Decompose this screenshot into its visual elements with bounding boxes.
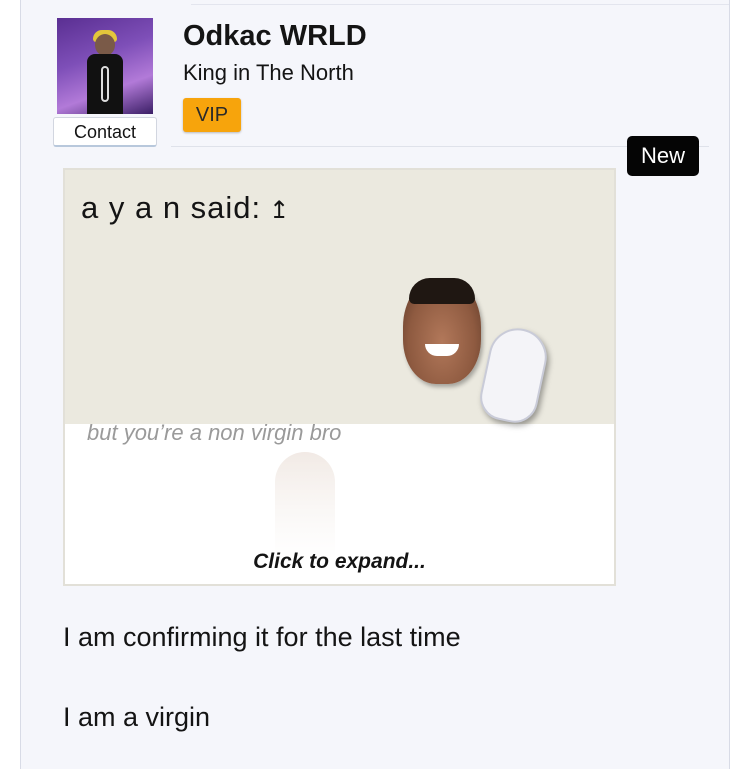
new-badge: New: [627, 136, 699, 176]
vip-badge: VIP: [183, 98, 241, 132]
quote-author: a y a n said: ↥: [81, 190, 290, 226]
avatar-head: [95, 34, 115, 56]
message-line: I am a virgin: [63, 702, 211, 732]
user-title: King in The North: [183, 60, 354, 85]
message-line: I am confirming it for the last time: [63, 622, 461, 652]
avatar-shirt-graphic: [101, 66, 109, 102]
jump-to-quote-icon[interactable]: ↥: [269, 196, 290, 225]
meme-face-grin: [425, 344, 459, 356]
meme-face-image: [403, 278, 481, 384]
waving-hand-image: [475, 322, 553, 428]
quote-block: a y a n said: ↥ but you’re a non virgin b…: [63, 168, 616, 586]
click-to-expand-link[interactable]: Click to expand...: [65, 550, 614, 574]
username[interactable]: Odkac WRLD: [183, 20, 367, 53]
contact-button[interactable]: Contact: [53, 117, 157, 147]
meme-face-hair: [409, 278, 475, 304]
post-container: Contact Odkac WRLD King in The North VIP…: [20, 0, 730, 769]
avatar[interactable]: [57, 18, 153, 114]
quote-text: but you’re a non virgin bro: [87, 420, 342, 445]
quote-author-text: a y a n said:: [81, 190, 262, 225]
quote-header: a y a n said: ↥: [65, 170, 614, 428]
divider: [191, 4, 729, 5]
